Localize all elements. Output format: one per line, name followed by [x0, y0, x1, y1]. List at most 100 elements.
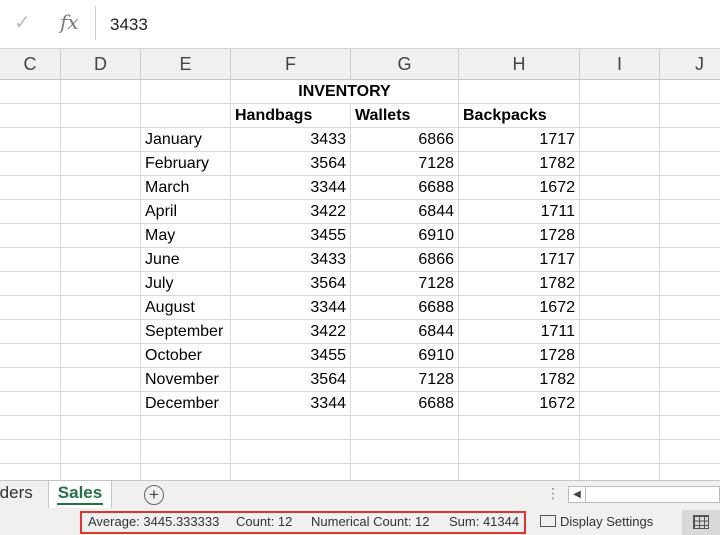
wallets-cell[interactable]: 6844: [351, 200, 459, 224]
empty-cell[interactable]: [141, 416, 231, 440]
handbags-cell[interactable]: 3344: [231, 296, 351, 320]
empty-cell[interactable]: [580, 176, 660, 200]
empty-cell[interactable]: [580, 248, 660, 272]
empty-cell[interactable]: [61, 464, 141, 480]
empty-cell[interactable]: [61, 320, 141, 344]
empty-cell[interactable]: [580, 128, 660, 152]
empty-cell[interactable]: [61, 152, 141, 176]
empty-cell[interactable]: [0, 464, 61, 480]
empty-cell[interactable]: [61, 80, 141, 104]
wallets-cell[interactable]: 6910: [351, 344, 459, 368]
empty-cell[interactable]: [660, 392, 720, 416]
empty-cell[interactable]: [580, 272, 660, 296]
empty-cell[interactable]: [351, 440, 459, 464]
empty-cell[interactable]: [660, 296, 720, 320]
empty-cell[interactable]: [580, 152, 660, 176]
wallets-cell[interactable]: 6688: [351, 296, 459, 320]
handbags-cell[interactable]: 3344: [231, 392, 351, 416]
wallets-cell[interactable]: 6844: [351, 320, 459, 344]
backpacks-cell[interactable]: 1711: [459, 320, 580, 344]
wallets-cell[interactable]: 6688: [351, 176, 459, 200]
empty-cell[interactable]: [61, 440, 141, 464]
handbags-cell[interactable]: 3344: [231, 176, 351, 200]
column-heading-backpacks[interactable]: Backpacks: [459, 104, 580, 128]
empty-cell[interactable]: [660, 200, 720, 224]
backpacks-cell[interactable]: 1672: [459, 296, 580, 320]
empty-cell[interactable]: [0, 80, 61, 104]
month-cell[interactable]: November: [141, 368, 231, 392]
month-cell[interactable]: December: [141, 392, 231, 416]
empty-cell[interactable]: [61, 392, 141, 416]
tab-splitter-handle[interactable]: ⋮: [546, 485, 560, 502]
empty-cell[interactable]: [0, 176, 61, 200]
empty-cell[interactable]: [580, 80, 660, 104]
empty-cell[interactable]: [61, 344, 141, 368]
column-header-f[interactable]: F: [231, 49, 351, 79]
empty-cell[interactable]: [61, 296, 141, 320]
handbags-cell[interactable]: 3422: [231, 320, 351, 344]
empty-cell[interactable]: [660, 464, 720, 480]
empty-cell[interactable]: [141, 80, 231, 104]
handbags-cell[interactable]: 3422: [231, 200, 351, 224]
column-heading-handbags[interactable]: Handbags: [231, 104, 351, 128]
empty-cell[interactable]: [141, 440, 231, 464]
empty-cell[interactable]: [580, 416, 660, 440]
empty-cell[interactable]: [660, 80, 720, 104]
empty-cell[interactable]: [0, 344, 61, 368]
empty-cell[interactable]: [580, 104, 660, 128]
month-cell[interactable]: May: [141, 224, 231, 248]
handbags-cell[interactable]: 3564: [231, 152, 351, 176]
month-cell[interactable]: August: [141, 296, 231, 320]
month-cell[interactable]: March: [141, 176, 231, 200]
inventory-title[interactable]: INVENTORY: [231, 80, 459, 104]
sheet-tab-sales[interactable]: Sales: [48, 481, 112, 508]
empty-cell[interactable]: [61, 176, 141, 200]
empty-cell[interactable]: [660, 440, 720, 464]
plus-circle-icon[interactable]: +: [144, 485, 164, 505]
empty-cell[interactable]: [0, 200, 61, 224]
empty-cell[interactable]: [660, 224, 720, 248]
empty-cell[interactable]: [231, 440, 351, 464]
empty-cell[interactable]: [61, 104, 141, 128]
empty-cell[interactable]: [0, 296, 61, 320]
empty-cell[interactable]: [580, 320, 660, 344]
month-cell[interactable]: February: [141, 152, 231, 176]
empty-cell[interactable]: [61, 416, 141, 440]
status-sum[interactable]: Sum: 41344: [449, 514, 519, 529]
handbags-cell[interactable]: 3433: [231, 128, 351, 152]
backpacks-cell[interactable]: 1782: [459, 368, 580, 392]
column-heading-wallets[interactable]: Wallets: [351, 104, 459, 128]
column-header-j[interactable]: J: [660, 49, 720, 79]
month-cell[interactable]: July: [141, 272, 231, 296]
month-cell[interactable]: September: [141, 320, 231, 344]
status-numerical-count[interactable]: Numerical Count: 12: [311, 514, 430, 529]
handbags-cell[interactable]: 3455: [231, 344, 351, 368]
empty-cell[interactable]: [660, 344, 720, 368]
column-header-g[interactable]: G: [351, 49, 459, 79]
empty-cell[interactable]: [459, 440, 580, 464]
empty-cell[interactable]: [660, 320, 720, 344]
status-average[interactable]: Average: 3445.333333: [88, 514, 219, 529]
backpacks-cell[interactable]: 1672: [459, 392, 580, 416]
wallets-cell[interactable]: 6866: [351, 248, 459, 272]
empty-cell[interactable]: [580, 392, 660, 416]
empty-cell[interactable]: [351, 416, 459, 440]
horizontal-scrollbar[interactable]: ◀: [568, 486, 720, 503]
empty-cell[interactable]: [0, 416, 61, 440]
empty-cell[interactable]: [660, 152, 720, 176]
backpacks-cell[interactable]: 1711: [459, 200, 580, 224]
wallets-cell[interactable]: 7128: [351, 272, 459, 296]
empty-cell[interactable]: [580, 368, 660, 392]
empty-cell[interactable]: [0, 128, 61, 152]
month-cell[interactable]: January: [141, 128, 231, 152]
empty-cell[interactable]: [0, 440, 61, 464]
empty-cell[interactable]: [459, 80, 580, 104]
backpacks-cell[interactable]: 1672: [459, 176, 580, 200]
column-header-i[interactable]: I: [580, 49, 660, 79]
empty-cell[interactable]: [61, 248, 141, 272]
empty-cell[interactable]: [0, 320, 61, 344]
wallets-cell[interactable]: 6910: [351, 224, 459, 248]
scroll-left-icon[interactable]: ◀: [569, 487, 586, 502]
handbags-cell[interactable]: 3433: [231, 248, 351, 272]
month-cell[interactable]: June: [141, 248, 231, 272]
